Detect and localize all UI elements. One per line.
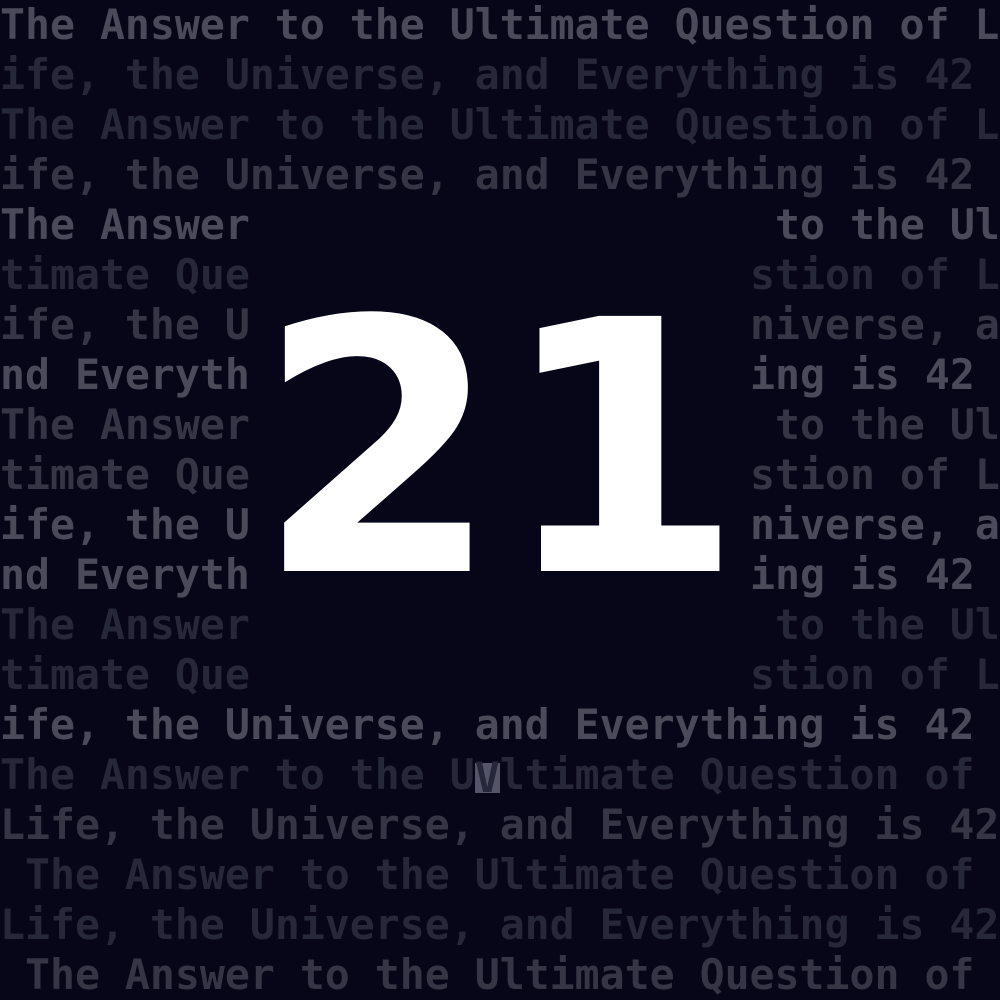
text-row-left: timate Que	[0, 450, 250, 499]
text-row-left: ife, the Universe, and Everything is 42	[0, 150, 975, 199]
text-row: The Answer to the Ultimate Question of	[0, 850, 1000, 900]
text-row-left: The Answer to the Ultimate Question of L	[0, 100, 1000, 149]
text-row-left: timate Que	[0, 250, 250, 299]
text-row: Life, the Universe, and Everything is 42	[0, 900, 1000, 950]
text-row-left: The Answer to the Ultimate Question of	[0, 950, 975, 999]
text-row-left: Life, the Universe, and Everything is 42	[0, 800, 1000, 849]
text-row-right: stion of L	[750, 650, 1000, 699]
text-row-right: to the Ul	[750, 200, 1000, 249]
text-row-left: Life, the Universe, and Everything is 42	[0, 900, 1000, 949]
text-row-right: stion of L	[750, 250, 1000, 299]
text-row: Life, the Universe, and Everything is 42	[0, 800, 1000, 850]
text-row-left: nd Everyth	[0, 350, 250, 399]
text-row-left: The Answer	[0, 200, 250, 249]
text-row: The Answer to the Ul	[0, 200, 1000, 250]
text-row: ife, the Universe, and Everything is 42	[0, 700, 1000, 750]
text-row-right: to the Ul	[750, 400, 1000, 449]
text-row-left: The Answer to the UVltimate Question of	[0, 750, 974, 800]
text-row: The Answer to the UVltimate Question of	[0, 750, 1000, 800]
text-row-right: niverse, a	[750, 500, 1000, 549]
text-row-left: ife, the U	[0, 500, 250, 549]
text-row-left: ife, the U	[0, 300, 250, 349]
text-row-right: to the Ul	[750, 600, 1000, 649]
text-row-right: ing is 42	[750, 350, 975, 399]
text-row: ife, the Universe, and Everything is 42	[0, 50, 1000, 100]
countdown-timer: 21	[256, 246, 744, 654]
text-row-left: The Answer	[0, 600, 250, 649]
text-row: ife, the Universe, and Everything is 42	[0, 150, 1000, 200]
text-row: The Answer to the Ultimate Question of	[0, 950, 1000, 1000]
text-row: timate Que stion of L	[0, 650, 1000, 700]
text-row-left: nd Everyth	[0, 550, 250, 599]
text-row-right: ing is 42	[750, 550, 975, 599]
text-row-right: niverse, a	[750, 300, 1000, 349]
text-row-typed: The Answer to the U	[0, 750, 475, 799]
text-row-left: ife, the Universe, and Everything is 42	[0, 700, 975, 749]
text-row-left: The Answer	[0, 400, 250, 449]
text-row: The Answer to the Ultimate Question of L	[0, 100, 1000, 150]
text-row-left: The Answer to the Ultimate Question of L	[0, 0, 1000, 49]
text-row-left: ife, the Universe, and Everything is 42	[0, 50, 975, 99]
typing-cursor: V	[474, 753, 500, 802]
text-row: The Answer to the Ultimate Question of L	[0, 0, 1000, 50]
text-row-left: The Answer to the Ultimate Question of	[0, 850, 975, 899]
text-row-right: stion of L	[750, 450, 1000, 499]
text-row-left: timate Que	[0, 650, 250, 699]
text-row-remaining: ltimate Question of	[499, 750, 975, 799]
